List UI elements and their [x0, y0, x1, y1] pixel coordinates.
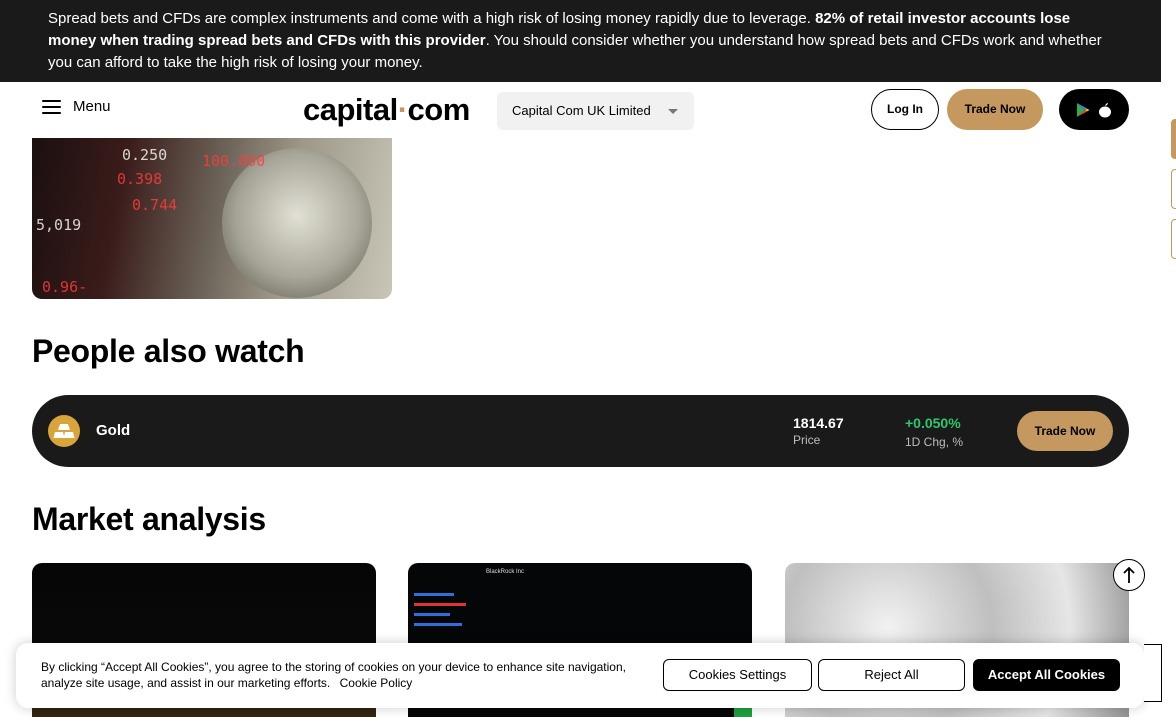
cookie-text-block: By clicking “Accept All Cookies”, you ag… — [41, 659, 641, 691]
risk-warning-banner: Spread bets and CFDs are complex instrum… — [0, 0, 1161, 82]
screen-line — [414, 603, 466, 606]
arrow-up-icon — [1123, 566, 1135, 583]
side-widget-edge[interactable] — [1144, 644, 1162, 702]
watch-item-gold[interactable]: Gold 1814.67 Price +0.050% 1D Chg, % Tra… — [32, 395, 1129, 467]
header-trade-now-button[interactable]: Trade Now — [947, 89, 1043, 130]
entity-selector[interactable]: Capital Com UK Limited — [497, 92, 694, 130]
gold-trade-now-button[interactable]: Trade Now — [1017, 411, 1113, 451]
change-value: +0.050% — [905, 415, 961, 431]
side-tab-1[interactable] — [1171, 119, 1176, 159]
side-tab-3[interactable] — [1171, 219, 1176, 259]
dollar-bill-image: 0.250 100.000 0.398 0.744 5,019 0.96- — [32, 138, 392, 299]
ticker-value: 0.96- — [42, 278, 88, 296]
scroll-to-top-button[interactable] — [1113, 559, 1145, 591]
ticker-value: 100.000 — [202, 152, 266, 170]
instrument-name: Gold — [96, 422, 131, 439]
screen-line — [414, 593, 454, 596]
accept-all-cookies-button[interactable]: Accept All Cookies — [973, 659, 1120, 691]
menu-button[interactable]: Menu — [42, 98, 111, 115]
logo-dot: · — [397, 92, 408, 127]
apple-icon — [1099, 102, 1111, 117]
bill-portrait — [222, 148, 372, 298]
entity-selector-value: Capital Com UK Limited — [512, 103, 651, 118]
ticker-value: 0.744 — [132, 196, 178, 214]
risk-text-start: Spread bets and CFDs are complex instrum… — [48, 10, 811, 27]
price-value: 1814.67 — [793, 415, 844, 431]
market-analysis-heading: Market analysis — [32, 501, 266, 537]
side-tab-2[interactable] — [1171, 169, 1176, 209]
ticker-value: 0.398 — [117, 170, 163, 188]
capital-com-logo[interactable]: capital·com — [303, 92, 470, 128]
gold-bars-icon — [48, 415, 80, 447]
screen-line — [414, 623, 462, 626]
page: Spread bets and CFDs are complex instrum… — [0, 0, 1176, 717]
price-label: Price — [793, 433, 821, 447]
google-play-icon — [1077, 102, 1090, 117]
hamburger-icon — [42, 99, 61, 114]
ticker-value: 5,019 — [36, 216, 82, 234]
logo-text-left: capital — [303, 92, 398, 127]
ticker-value: 0.250 — [122, 146, 168, 164]
change-label: 1D Chg, % — [905, 435, 964, 449]
cookie-policy-link[interactable]: Cookie Policy — [340, 676, 413, 690]
screen-line — [414, 613, 450, 616]
cookies-settings-button[interactable]: Cookies Settings — [663, 659, 812, 691]
cookie-text: By clicking “Accept All Cookies”, you ag… — [41, 660, 626, 690]
card-caption: BlackRock Inc — [486, 569, 525, 575]
menu-label: Menu — [73, 98, 111, 115]
caret-down-icon — [668, 109, 678, 114]
login-button[interactable]: Log In — [871, 89, 939, 130]
reject-all-button[interactable]: Reject All — [818, 659, 965, 691]
logo-text-right: com — [407, 92, 471, 127]
app-download-button[interactable] — [1059, 89, 1129, 130]
site-header: Menu capital·com Capital Com UK Limited … — [0, 82, 1161, 138]
people-also-watch-heading: People also watch — [32, 333, 305, 369]
cookie-banner: By clicking “Accept All Cookies”, you ag… — [16, 643, 1144, 708]
